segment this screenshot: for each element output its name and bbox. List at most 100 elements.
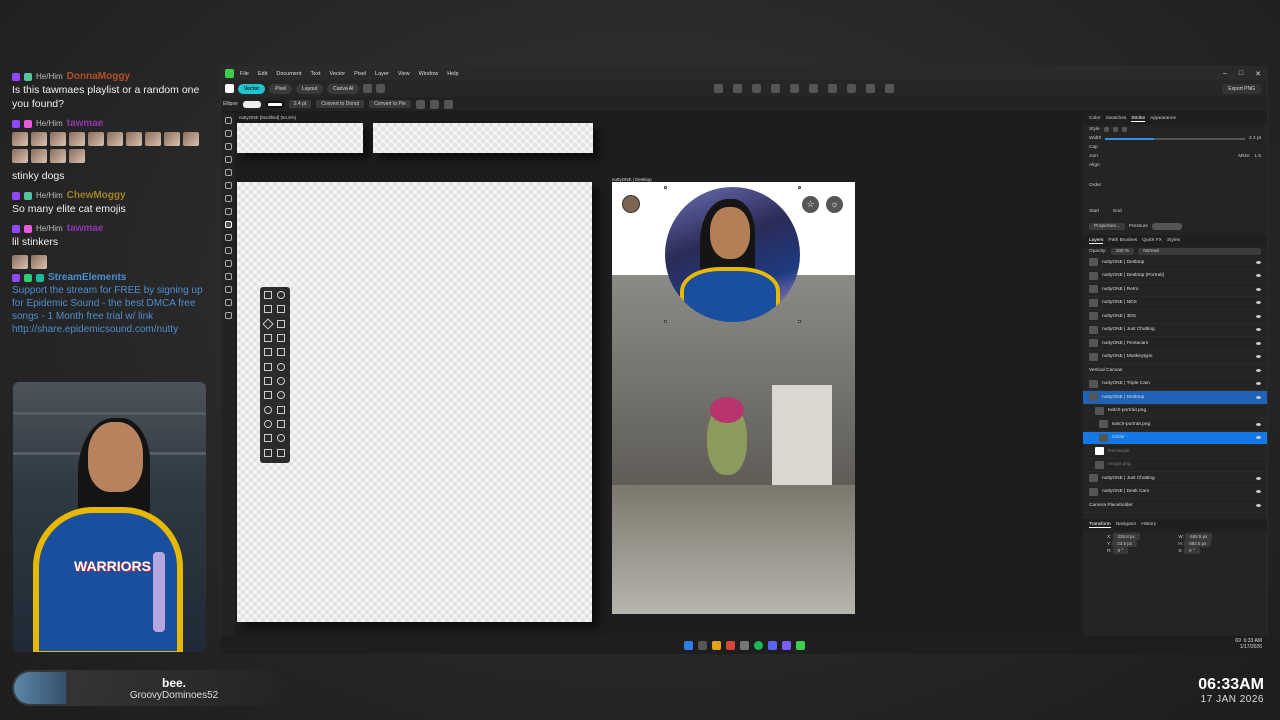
layer-row[interactable]: Vertical Canvas [1083,364,1267,378]
menu-document[interactable]: Document [276,71,301,77]
boolean-icon[interactable] [770,84,780,93]
layer-row[interactable]: nuttyONE | Just Chatting [1083,472,1267,486]
layer-row[interactable]: nuttyONE | Retro [1083,283,1267,297]
crescent-shape-icon[interactable] [264,391,272,400]
ellipse-callout-shape-icon[interactable] [264,419,272,428]
menu-layer[interactable]: Layer [375,71,389,77]
triangle-shape-icon[interactable] [277,305,285,314]
tab-navigator[interactable]: Navigator [1116,522,1137,528]
eye-icon[interactable] [1256,476,1261,480]
spiral-shape-icon[interactable] [277,391,285,400]
close-icon[interactable]: ✕ [1255,70,1261,78]
tab-stroke[interactable]: Stroke [1131,116,1146,122]
gear-icon[interactable] [443,99,453,109]
artboard[interactable] [237,182,592,622]
persona-pixel[interactable]: Pixel [269,83,293,94]
tab-styles[interactable]: Styles [1167,238,1180,244]
app-icon[interactable] [781,640,791,650]
eye-icon[interactable] [1256,436,1261,440]
artboard[interactable] [373,123,593,153]
corner-tool-icon[interactable] [224,143,232,150]
layer-row[interactable]: twitch-portrait.png [1083,418,1267,432]
ellipse-tool-icon[interactable] [224,221,232,228]
tab-history[interactable]: History [1141,522,1156,528]
node-tool-icon[interactable] [224,130,232,137]
align-icon[interactable] [808,84,818,93]
blend-mode-select[interactable]: Normal [1138,248,1261,255]
persona-canva-ai[interactable]: Canva AI [327,83,360,94]
tab-layers[interactable]: Layers [1089,238,1104,244]
persona-layout[interactable]: Layout [296,83,324,94]
stroke-swatch[interactable] [265,100,284,108]
stroke-width-field[interactable]: 2.4 pt [288,100,312,108]
pressure-graph[interactable] [1152,223,1183,230]
transform-icon[interactable] [429,99,439,109]
menu-vector[interactable]: Vector [330,71,346,77]
eyedropper-tool-icon[interactable] [224,286,232,293]
transform-x-field[interactable]: 238.8 px [1112,532,1140,540]
menu-edit[interactable]: Edit [258,71,267,77]
pen-tool-icon[interactable] [224,156,232,163]
app-icon[interactable] [739,640,749,650]
transform-y-field[interactable]: 23.5 px [1112,539,1138,547]
layer-row[interactable]: Camera Placeholder [1083,499,1267,513]
double-star-shape-icon[interactable] [277,348,285,357]
eye-icon[interactable] [1256,490,1261,494]
transform-r-field[interactable]: 0 ° [1112,546,1129,554]
convert-donut-button[interactable]: Convert to Donut [316,100,365,108]
menu-file[interactable]: File [240,71,249,77]
pen-icon[interactable] [884,84,894,93]
layer-row[interactable]: Rectangle [1083,445,1267,459]
artboard[interactable] [237,123,363,153]
donut-shape-icon[interactable] [277,362,285,371]
eye-icon[interactable] [1256,260,1261,264]
windows-start-icon[interactable] [683,640,693,650]
tab-swatches[interactable]: Swatches [1105,116,1126,122]
desktop-artboard[interactable]: ☆ ☼ [612,182,855,614]
rounded-rect-shape-icon[interactable] [264,305,272,314]
heart-shape-icon[interactable] [264,434,272,443]
arrange-icon[interactable] [827,84,837,93]
explorer-icon[interactable] [711,640,721,650]
tab-transform[interactable]: Transform [1089,522,1111,528]
arrow-shape-icon[interactable] [264,362,272,371]
text-tool-icon[interactable] [224,234,232,241]
menu-window[interactable]: Window [419,71,439,77]
convert-pie-button[interactable]: Convert to Pie [369,100,411,108]
document-tab[interactable]: nuttyONE [Modified] (54.8%) [239,115,296,120]
eye-icon[interactable] [1256,382,1261,386]
transform-w-field[interactable]: 692.5 px [1185,532,1213,540]
app-menu-icon[interactable] [225,84,234,93]
segment-shape-icon[interactable] [277,376,285,385]
pencil-tool-icon[interactable] [224,169,232,176]
export-button[interactable]: Export PNG [1222,83,1261,94]
zoom-tool-icon[interactable] [224,312,232,319]
selection-handle[interactable] [664,186,667,189]
layer-row[interactable]: nuttyONE | Desk Cam [1083,486,1267,499]
snap-icon[interactable] [415,99,425,109]
eye-icon[interactable] [1256,287,1261,291]
align-icon[interactable] [789,84,799,93]
search-icon[interactable] [697,640,707,650]
layer-row[interactable]: nuttyONE | Monkeytype [1083,351,1267,364]
transform-s-field[interactable]: 0 ° [1183,546,1200,554]
square-star-shape-icon[interactable] [264,448,272,457]
circle-shape-icon[interactable] [264,405,272,414]
cat-shape-icon[interactable] [277,448,285,457]
boolean-icon[interactable] [713,84,723,93]
star-shape-icon[interactable] [277,333,285,342]
arrange-icon[interactable] [846,84,856,93]
selection-handle[interactable] [798,186,801,189]
discord-icon[interactable] [767,640,777,650]
tab-color[interactable]: Color [1089,116,1100,122]
chrome-icon[interactable] [725,640,735,650]
fill-swatch[interactable] [242,100,261,108]
eye-icon[interactable] [1256,368,1261,372]
tab-quick-fx[interactable]: Quick FX [1142,238,1162,244]
eye-icon[interactable] [1256,301,1261,305]
mitre-value[interactable]: 1.5 [1254,154,1261,159]
snapping-icon[interactable] [363,84,373,93]
maximize-icon[interactable]: □ [1239,70,1243,78]
hand-tool-icon[interactable] [224,299,232,306]
selection-handle[interactable] [798,320,801,323]
